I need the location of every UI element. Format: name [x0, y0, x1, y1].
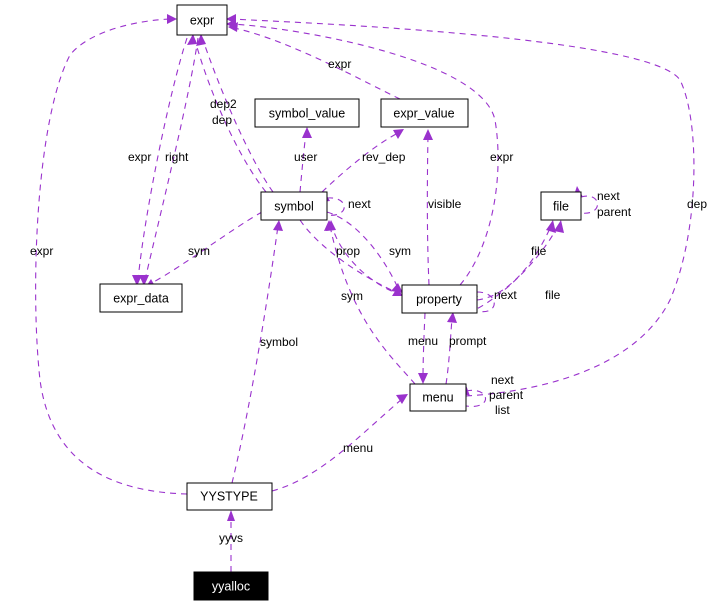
node-symbol[interactable]: symbol	[260, 191, 328, 221]
edge-yystype-symbol	[231, 225, 279, 484]
edge-label: list	[495, 403, 510, 417]
node-expr[interactable]: expr	[176, 4, 228, 36]
edge-yystype-expr	[35, 18, 188, 495]
node-property-label: property	[416, 292, 463, 306]
arrowhead	[167, 14, 177, 24]
edge-label: user	[294, 150, 317, 164]
arrowhead	[554, 220, 564, 233]
edge-label: yyvs	[219, 531, 243, 545]
edge-exprvalue-expr	[233, 27, 401, 100]
edge-label: prompt	[449, 334, 487, 348]
edge-label: prop	[336, 244, 360, 258]
edge-label: next	[348, 197, 371, 211]
node-symbol-label: symbol	[274, 199, 314, 213]
edge-label: visible	[428, 197, 462, 211]
edge-menu-self	[465, 389, 486, 407]
edge-label: parent	[489, 388, 524, 402]
edge-label: rev_dep	[362, 150, 406, 164]
arrowhead	[302, 127, 312, 138]
node-expr-data[interactable]: expr_data	[99, 283, 183, 313]
node-expr-value-label: expr_value	[393, 106, 454, 120]
diagram-canvas: expr symbol_value expr_value symbol file…	[30, 4, 707, 601]
edge-label: dep	[212, 113, 232, 127]
edge-label: parent	[597, 205, 632, 219]
arrowhead	[273, 220, 283, 231]
edge-label: file	[545, 288, 561, 302]
edge-label: expr	[128, 150, 151, 164]
edge-label: right	[165, 150, 189, 164]
node-menu[interactable]: menu	[409, 383, 467, 412]
edge-file-self	[580, 195, 598, 214]
edge-label: next	[494, 288, 517, 302]
node-expr-value[interactable]: expr_value	[380, 98, 469, 128]
edge-label: file	[531, 244, 547, 258]
edge-label: sym	[188, 244, 210, 258]
edge-label: expr	[490, 150, 513, 164]
node-symbol-value[interactable]: symbol_value	[254, 98, 360, 128]
edge-label: sym	[341, 289, 363, 303]
edge-label: dep2	[210, 97, 237, 111]
arrowhead	[423, 129, 433, 140]
node-yyalloc[interactable]: yyalloc	[193, 571, 269, 601]
node-yyalloc-label: yyalloc	[212, 579, 250, 593]
edge-label: next	[491, 373, 514, 387]
edge-menu-property	[445, 317, 453, 385]
edge-label: sym	[389, 244, 411, 258]
node-expr-label: expr	[190, 13, 214, 27]
edge-label: dep	[687, 197, 707, 211]
arrowhead	[227, 510, 235, 521]
edge-label: menu	[343, 441, 373, 455]
edge-property-self	[476, 291, 495, 313]
node-expr-data-label: expr_data	[113, 291, 169, 305]
edge-yystype-menu	[271, 398, 403, 492]
node-file[interactable]: file	[540, 191, 582, 221]
node-menu-label: menu	[422, 390, 453, 404]
edge-label: symbol	[260, 335, 298, 349]
arrowhead	[187, 34, 197, 45]
collaboration-diagram: expr symbol_value expr_value symbol file…	[0, 0, 717, 605]
node-file-label: file	[553, 199, 569, 213]
edge-label: expr	[328, 57, 351, 71]
arrowhead	[447, 312, 457, 323]
arrowhead	[418, 373, 428, 384]
edge-label: next	[597, 189, 620, 203]
arrowhead	[393, 129, 404, 139]
node-symbol-value-label: symbol_value	[269, 106, 345, 120]
node-property[interactable]: property	[401, 284, 478, 314]
edge-label: menu	[408, 334, 438, 348]
edge-label: expr	[30, 244, 53, 258]
node-yystype[interactable]: YYSTYPE	[186, 482, 273, 511]
node-yystype-label: YYSTYPE	[200, 489, 258, 503]
